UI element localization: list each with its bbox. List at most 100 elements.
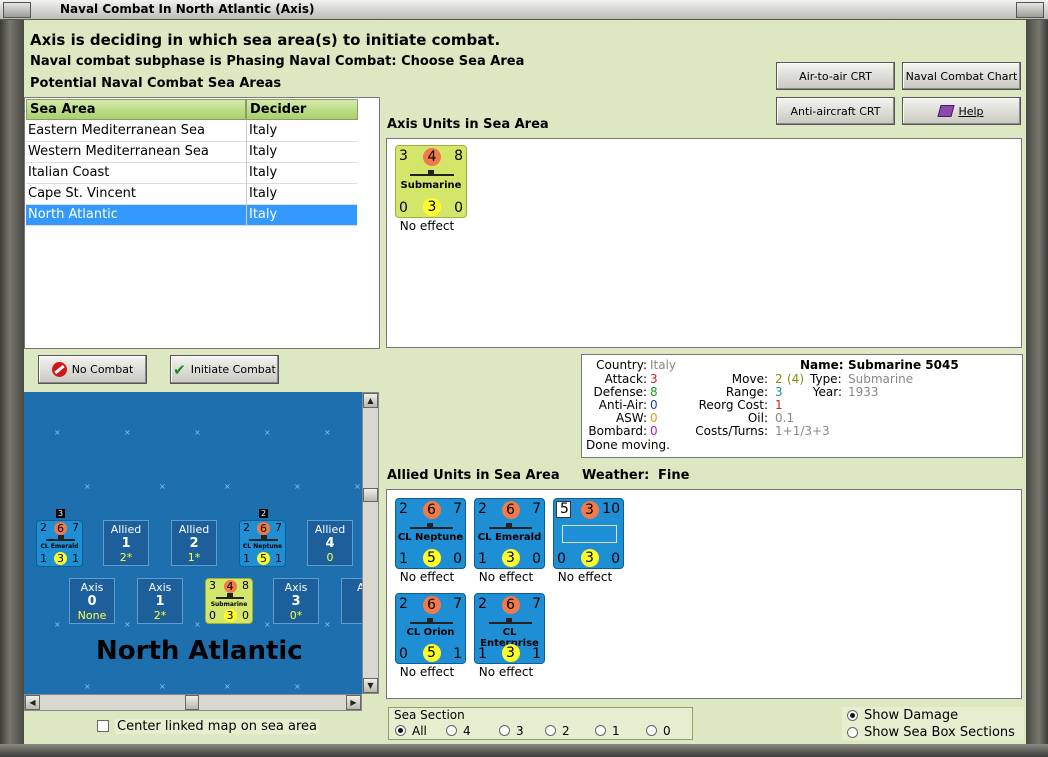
air-value: 0 [399, 646, 408, 662]
box-value: 2* [153, 609, 167, 622]
sea-section-radio[interactable] [499, 725, 510, 736]
attack-label: Attack: [604, 372, 647, 386]
cruiser-counter[interactable]: 2 7 6 CL Emerald 1 0 3 [474, 498, 545, 569]
axis-units-panel [386, 138, 1022, 348]
movement-circle: 5 [422, 549, 441, 567]
sea-area-row[interactable]: North Atlantic Italy [26, 205, 357, 226]
decider-name: Italy [249, 144, 278, 159]
sea-box-allied[interactable]: Allied 1 2* [103, 520, 149, 566]
sea-section-radio[interactable] [595, 725, 606, 736]
costs-label: Costs/Turns: [695, 424, 768, 438]
map-vertical-scrollbar[interactable]: ▲ ▼ [362, 392, 379, 694]
air-value: 1 [40, 552, 47, 565]
sea-grid-marker: × [124, 620, 131, 629]
decider-name: Italy [249, 123, 278, 138]
cruiser-counter[interactable]: 2 7 6 CL Orion 0 1 5 [395, 593, 466, 664]
carrier-counter[interactable]: 5 10 3 0 0 3 [553, 498, 624, 569]
sea-grid-marker: × [84, 482, 91, 491]
attack-value: 2 [399, 596, 408, 612]
no-combat-label: No Combat [71, 363, 134, 376]
no-combat-button[interactable]: No Combat [38, 355, 147, 384]
ship-silhouette-icon [410, 617, 453, 624]
sea-box-axis[interactable]: Ax [341, 578, 362, 624]
defense-value: 7 [275, 521, 282, 534]
center-map-checkbox[interactable] [97, 720, 109, 732]
maximize-button[interactable] [1016, 2, 1044, 18]
sea-section-radio[interactable] [446, 725, 457, 736]
sea-area-row[interactable]: Cape St. Vincent Italy [26, 184, 357, 205]
sea-area-row[interactable]: Italian Coast Italy [26, 163, 357, 184]
show-damage-radio[interactable] [847, 710, 858, 721]
system-menu-button[interactable] [3, 2, 31, 18]
sea-box-allied[interactable]: Allied 4 0 [307, 520, 353, 566]
defense-value: 7 [532, 501, 541, 517]
cruiser-counter[interactable]: 2 7 6 CL Neptune 1 0 5 [395, 498, 466, 569]
no-entry-icon [51, 362, 67, 377]
air-value: 0 [557, 551, 566, 567]
sea-box-axis[interactable]: Axis 1 2* [137, 578, 183, 624]
scroll-thumb[interactable] [185, 695, 199, 710]
show-sections-radio[interactable] [847, 727, 858, 738]
column-divider [246, 163, 247, 184]
sea-box-allied[interactable]: Allied 2 1* [171, 520, 217, 566]
ship-silhouette-icon [489, 617, 532, 624]
map-horizontal-scrollbar[interactable]: ◀ ▶ [24, 694, 362, 711]
cruiser-counter[interactable]: 2 7 6 CL Emerald 1 1 3 [36, 520, 83, 567]
scroll-up-button[interactable]: ▲ [363, 393, 378, 408]
weather-value: Fine [658, 468, 690, 483]
combat-effect: No effect [557, 570, 613, 584]
sea-section-radio[interactable] [395, 725, 406, 736]
display-options: Show Damage Show Sea Box Sections [842, 707, 1024, 740]
shore-value: 0 [611, 551, 620, 567]
cruiser-counter[interactable]: 276CL Enterprise113 [474, 593, 545, 664]
decider-name: Italy [249, 186, 278, 201]
sea-area-map[interactable]: × × × × × × × × × × × × × × × × × × × 3 2 2 7 6 CL Emerald 1 1 3… [24, 392, 362, 694]
submarine-counter[interactable]: 3 8 4 Submarine 0 0 3 [205, 578, 253, 624]
cruiser-counter[interactable]: 2 7 6 CL Neptune 1 1 5 [239, 520, 286, 567]
submarine-counter[interactable]: 3 8 4 Submarine 0 0 3 [395, 145, 467, 218]
initiate-combat-button[interactable]: ✔ Initiate Combat [170, 355, 279, 384]
attack-value: 3 [209, 579, 216, 592]
sea-area-name: Italian Coast [28, 165, 110, 180]
sea-box-axis[interactable]: Axis 0 None [69, 578, 115, 624]
scroll-right-button[interactable]: ▶ [346, 695, 361, 710]
title-bar[interactable]: Naval Combat In North Atlantic (Axis) [0, 0, 1048, 20]
air-to-air-crt-button[interactable]: Air-to-air CRT [776, 62, 895, 90]
defense-value: 7 [72, 521, 79, 534]
center-map-label: Center linked map on sea area [115, 719, 319, 734]
shore-value: 1 [532, 646, 541, 662]
defense-value: 8 [242, 579, 249, 592]
sea-area-list[interactable]: Sea Area Decider Eastern Mediterranean S… [24, 97, 380, 349]
unit-name: CL Neptune [397, 532, 464, 544]
ship-silhouette-icon [249, 535, 278, 542]
sea-area-row[interactable]: Eastern Mediterranean Sea Italy [26, 121, 357, 142]
col-header-decider[interactable]: Decider [246, 99, 358, 120]
scroll-left-button[interactable]: ◀ [25, 695, 40, 710]
year-label: Year: [812, 385, 842, 399]
box-number: 3 [291, 594, 301, 609]
range-value: 3 [775, 385, 783, 399]
naval-combat-chart-button[interactable]: Naval Combat Chart [902, 62, 1021, 90]
sea-area-row[interactable]: Western Mediterranean Sea Italy [26, 142, 357, 163]
attack-value: 2 [399, 501, 408, 517]
box-number: 2 [189, 536, 199, 551]
window-frame-right [1026, 20, 1048, 757]
surface-attack-circle: 4 [223, 580, 237, 593]
help-button[interactable]: Help [902, 97, 1021, 125]
sea-section-radio[interactable] [545, 725, 556, 736]
movement-circle: 3 [423, 198, 441, 216]
attack-value: 3 [399, 148, 408, 164]
box-side: Ax [356, 581, 362, 594]
col-header-sea-area[interactable]: Sea Area [26, 99, 246, 120]
anti-aircraft-crt-button[interactable]: Anti-aircraft CRT [776, 97, 895, 125]
sea-box-axis[interactable]: Axis 3 0* [273, 578, 319, 624]
sea-grid-marker: × [84, 682, 91, 691]
movement-circle: 5 [257, 552, 270, 565]
scroll-down-button[interactable]: ▼ [363, 678, 378, 693]
surface-attack-circle: 6 [257, 522, 270, 535]
status-text: Done moving. [586, 438, 670, 452]
type-value: Submarine [848, 372, 914, 386]
sea-section-radio[interactable] [646, 725, 657, 736]
scroll-thumb[interactable] [363, 488, 378, 502]
surface-attack-circle: 4 [423, 148, 441, 166]
